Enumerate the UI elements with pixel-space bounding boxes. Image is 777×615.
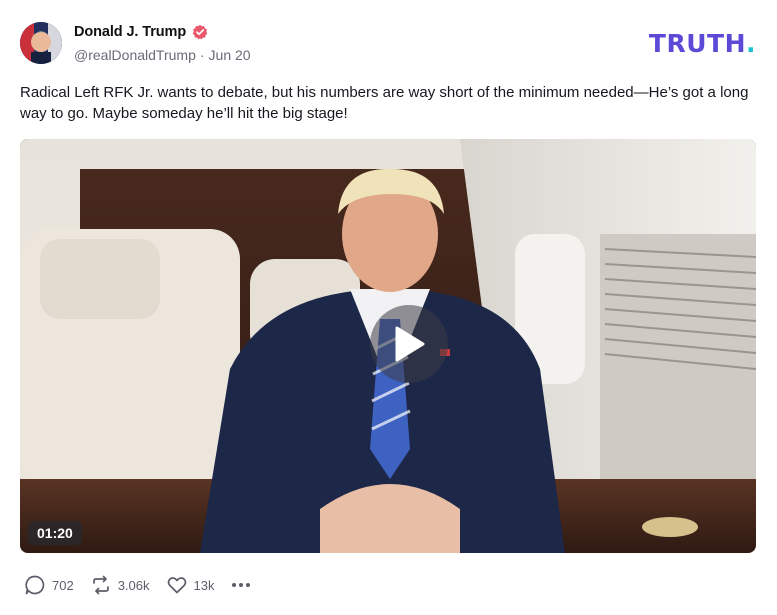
truth-post: Donald J. Trump @realDonaldTrump · Jun 20 … — [0, 0, 777, 615]
logo-period: . — [746, 29, 756, 58]
author-meta: @realDonaldTrump · Jun 20 — [74, 47, 251, 63]
avatar-image — [20, 22, 62, 64]
comment-icon — [25, 575, 45, 595]
truth-logo[interactable]: TRUTH. — [649, 29, 756, 58]
author-avatar[interactable] — [20, 22, 62, 64]
reply-button[interactable]: 702 — [24, 574, 74, 596]
more-dots-icon — [232, 583, 251, 587]
post-text: Radical Left RFK Jr. wants to debate, bu… — [20, 84, 749, 122]
post-actions: 702 3.06k 13k — [24, 574, 252, 596]
video-duration: 01:20 — [28, 521, 82, 545]
author-display-name[interactable]: Donald J. Trump — [74, 24, 186, 40]
retruth-button[interactable]: 3.06k — [90, 574, 150, 596]
more-options-button[interactable] — [230, 574, 252, 596]
post-date[interactable]: Jun 20 — [209, 47, 251, 63]
reply-count: 702 — [52, 577, 74, 593]
retruth-count: 3.06k — [117, 577, 150, 593]
verified-badge-icon — [192, 24, 208, 40]
author-name-row: Donald J. Trump — [74, 24, 208, 40]
logo-text: TRUTH — [648, 29, 746, 58]
repost-icon — [92, 575, 109, 595]
play-button[interactable] — [370, 305, 448, 383]
like-button[interactable]: 13k — [166, 574, 215, 596]
video-player[interactable]: 01:20 — [20, 139, 756, 553]
author-handle[interactable]: @realDonaldTrump — [74, 47, 196, 63]
play-icon — [395, 326, 425, 362]
heart-icon — [167, 577, 186, 594]
like-count: 13k — [193, 577, 215, 593]
